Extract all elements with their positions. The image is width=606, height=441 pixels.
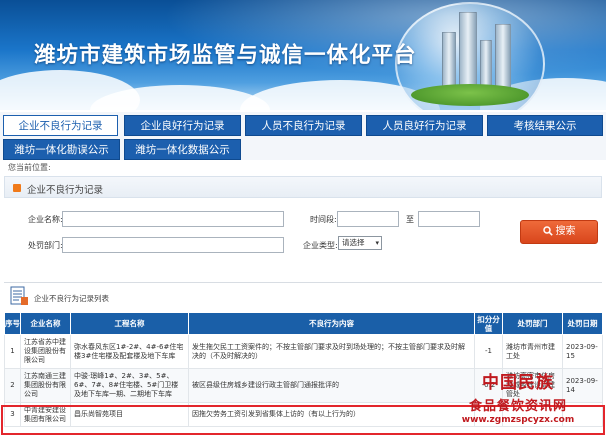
search-button[interactable]: 搜索	[520, 220, 598, 244]
column-header: 处罚部门	[502, 312, 563, 335]
company-type-select[interactable]: 请选择 ▾	[338, 236, 382, 250]
search-icon	[542, 226, 553, 236]
column-header: 序号	[4, 312, 21, 335]
watermark: 中国民族 食品餐饮资讯网 www.zgmzspcyzx.com	[430, 368, 606, 441]
tab-errata-publicity[interactable]: 潍坊一体化勘误公示	[3, 139, 120, 160]
row-date: 2023-09-15	[562, 334, 603, 369]
platform-title: 潍坊市建筑市场监管与诚信一体化平台	[34, 43, 417, 68]
section-bullet-icon	[13, 184, 21, 192]
row-number: 1	[4, 334, 21, 369]
table-row[interactable]: 1 江苏省苏中建设集团股份有限公司 弥水春风东区1#-2#、4#-6#住宅楼3#…	[4, 334, 603, 369]
tab-assessment-results[interactable]: 考核结果公示	[487, 115, 603, 136]
company-name-label: 企业名称:	[28, 215, 63, 224]
time-range-label: 时间段:	[310, 215, 337, 224]
list-header: 企业不良行为记录列表	[4, 282, 602, 310]
row-company[interactable]: 中青建安建设集团有限公司	[20, 402, 71, 427]
tab-company-bad-records[interactable]: 企业不良行为记录	[3, 115, 118, 136]
section-header: 企业不良行为记录	[4, 176, 602, 198]
row-project[interactable]: 弥水春风东区1#-2#、4#-6#住宅楼3#住宅楼及配套楼及地下车库	[70, 334, 189, 369]
watermark-line2: 食品餐饮资讯网	[468, 399, 567, 414]
dept-input[interactable]	[62, 237, 284, 253]
row-company[interactable]: 江苏省苏中建设集团股份有限公司	[20, 334, 71, 369]
column-header: 工程名称	[70, 312, 189, 335]
main-nav: 企业不良行为记录 企业良好行为记录 人员不良行为记录 人员良好行为记录 考核结果…	[0, 112, 606, 160]
row-number: 3	[4, 402, 21, 427]
header-banner: 潍坊市建筑市场监管与诚信一体化平台	[0, 0, 606, 110]
watermark-line1: 中国民族	[482, 373, 554, 393]
row-dept: 潍坊市青州市建工处	[502, 334, 563, 369]
time-from-input[interactable]	[337, 211, 399, 227]
row-company[interactable]: 江苏南通三建集团股份有限公司	[20, 368, 71, 403]
company-type-selected: 请选择	[342, 238, 365, 247]
chevron-down-icon: ▾	[375, 239, 379, 247]
row-number: 2	[4, 368, 21, 403]
search-button-label: 搜索	[555, 226, 576, 237]
time-to-label: 至	[406, 215, 414, 224]
watermark-url: www.zgmzspcyzx.com	[461, 415, 575, 425]
table-header-row: 序号 企业名称 工程名称 不良行为内容 扣分分值 处罚部门 处罚日期	[4, 312, 603, 335]
row-score: -1	[474, 334, 503, 369]
row-project[interactable]: 昌乐尚智苑项目	[70, 402, 189, 427]
column-header: 扣分分值	[474, 312, 503, 335]
row-project[interactable]: 中骏·璟峰1#、2#、3#、5#、6#、7#、8#住宅楼、5#门卫楼及地下车库一…	[70, 368, 189, 403]
column-header: 不良行为内容	[188, 312, 475, 335]
time-to-input[interactable]	[418, 211, 480, 227]
tab-data-publicity[interactable]: 潍坊一体化数据公示	[124, 139, 241, 160]
section-title: 企业不良行为记录	[27, 185, 104, 196]
tab-personnel-bad-records[interactable]: 人员不良行为记录	[245, 115, 362, 136]
company-name-input[interactable]	[62, 211, 284, 227]
column-header: 处罚日期	[562, 312, 603, 335]
tab-personnel-good-records[interactable]: 人员良好行为记录	[366, 115, 483, 136]
row-content: 发生拖欠民工工资案件的；不按主管部门要求及时到场处理的；不按主管部门要求及时解决…	[188, 334, 475, 369]
company-type-label: 企业类型:	[303, 241, 338, 250]
column-header: 企业名称	[20, 312, 71, 335]
breadcrumb: 您当前位置:	[8, 163, 51, 172]
tab-company-good-records[interactable]: 企业良好行为记录	[124, 115, 241, 136]
list-title: 企业不良行为记录列表	[34, 294, 109, 303]
dept-label: 处罚部门:	[28, 241, 63, 250]
document-list-icon	[10, 286, 28, 305]
